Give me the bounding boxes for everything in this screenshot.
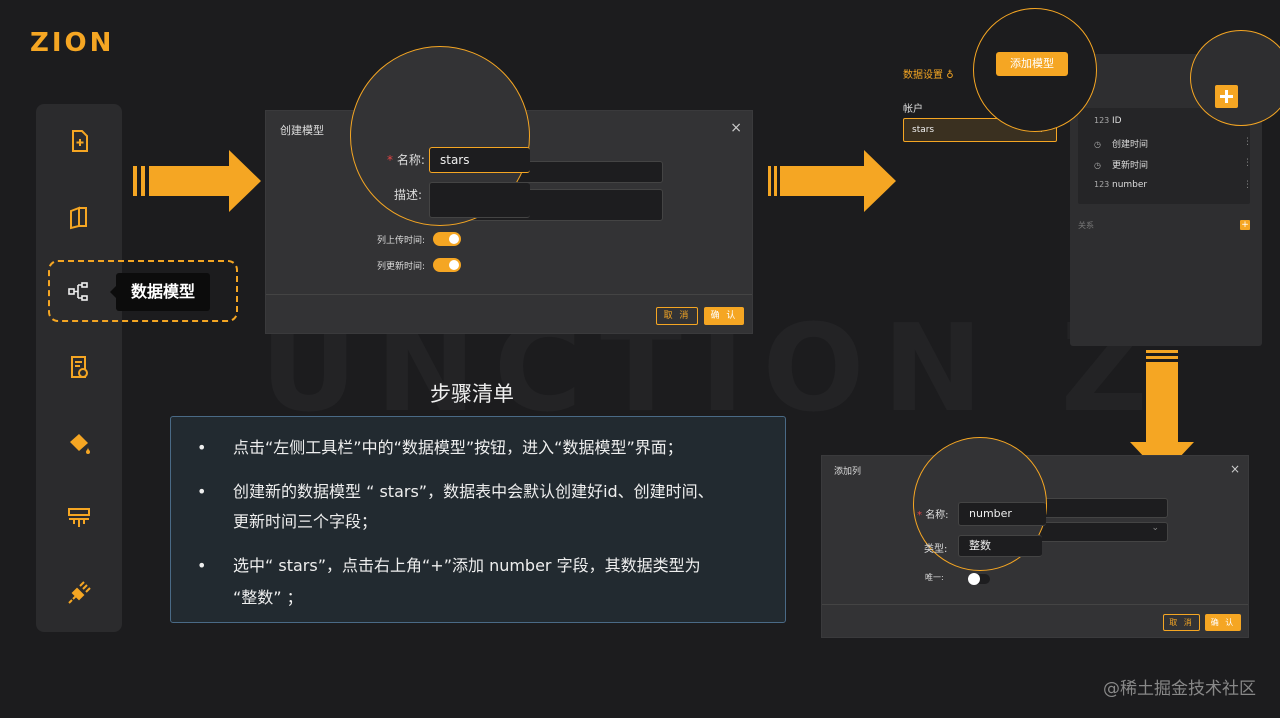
kebab-icon[interactable]: ⋮	[1243, 158, 1252, 168]
add-page-icon[interactable]	[64, 126, 94, 156]
name-label-zoom: * 名称:	[387, 153, 425, 167]
cancel-button[interactable]: 取 消	[1163, 614, 1200, 631]
steps-panel: • 点击“左侧工具栏”中的“数据模型”按钮，进入“数据模型”界面； • 创建新的…	[170, 416, 786, 623]
dialog-title: 添加列	[834, 467, 862, 477]
data-settings-title: 数据设置 ♁	[903, 70, 954, 81]
toggle-updated-label: 列更新时间:	[377, 262, 426, 272]
kebab-icon[interactable]: ⋮	[1243, 180, 1252, 190]
clock-icon: ◷	[1094, 140, 1101, 149]
step-2-cont: 更新时间三个字段；	[233, 512, 378, 531]
left-toolbar	[36, 104, 122, 632]
confirm-button[interactable]: 确 认	[1205, 614, 1241, 631]
copy-pages-icon[interactable]	[64, 202, 94, 232]
divider	[266, 294, 752, 295]
name-field[interactable]: stars	[429, 147, 530, 173]
add-field-icon[interactable]	[1215, 85, 1238, 108]
desc-label-zoom: 描述:	[394, 188, 423, 202]
deploy-icon[interactable]	[64, 502, 94, 532]
model-item-account[interactable]: 帐户	[903, 100, 923, 115]
bullet: •	[197, 438, 207, 457]
description-field-zoom	[429, 182, 530, 218]
field-row[interactable]: ◷ 创建时间 ⋮	[1094, 137, 1252, 150]
bullet: •	[197, 482, 207, 501]
right-arrow-icon	[768, 150, 896, 212]
divider	[822, 604, 1248, 605]
steps-title: 步骤清单	[430, 382, 514, 406]
unique-toggle[interactable]	[968, 573, 990, 585]
field-row[interactable]: ◷ 更新时间 ⋮	[1094, 158, 1252, 171]
footer-watermark: @稀土掘金技术社区	[1103, 679, 1256, 699]
toggle-created-label: 列上传时间:	[377, 236, 426, 246]
settings-doc-icon[interactable]	[64, 352, 94, 382]
add-model-button[interactable]: 添加模型	[996, 52, 1068, 76]
add-relation-icon[interactable]: +	[1240, 220, 1250, 230]
relations-label: 关系	[1078, 221, 1094, 230]
number-type-icon: 123	[1094, 180, 1110, 189]
cancel-button[interactable]: 取 消	[656, 307, 698, 325]
field-row[interactable]: 123 number ⋮	[1094, 180, 1252, 190]
kebab-icon[interactable]: ⋮	[1243, 137, 1252, 147]
updated-time-toggle[interactable]	[433, 258, 461, 272]
confirm-button[interactable]: 确 认	[704, 307, 744, 325]
close-icon[interactable]: ×	[730, 120, 742, 136]
close-icon[interactable]: ×	[1230, 462, 1240, 476]
clock-icon: ◷	[1094, 161, 1101, 170]
right-arrow-icon	[133, 150, 261, 212]
step-1: 点击“左侧工具栏”中的“数据模型”按钮，进入“数据模型”界面；	[233, 438, 683, 457]
unique-label: 唯一:	[925, 573, 944, 582]
step-3: 选中“ stars”，点击右上角“+”添加 number 字段，其数据类型为	[233, 556, 701, 575]
plugin-icon[interactable]	[64, 578, 94, 608]
step-2: 创建新的数据模型 “ stars”，数据表中会默认创建好id、创建时间、	[233, 482, 714, 501]
zion-logo: ZION	[30, 28, 115, 58]
type-label: 类型:	[924, 544, 948, 555]
bullet: •	[197, 556, 207, 575]
number-type-icon: 123	[1094, 116, 1110, 125]
bulb-icon: ♁	[946, 70, 954, 81]
type-select[interactable]: 整数	[958, 535, 1042, 557]
column-name-field[interactable]: number	[958, 502, 1046, 526]
paint-bucket-icon[interactable]	[64, 428, 94, 458]
name-label-zoom: * 名称:	[917, 510, 949, 521]
data-model-tooltip: 数据模型	[110, 273, 210, 311]
model-item-label: stars	[912, 125, 935, 135]
created-time-toggle[interactable]	[433, 232, 461, 246]
step-3-cont: “整数” ；	[233, 588, 303, 607]
dialog-title: 创建模型	[280, 124, 324, 137]
